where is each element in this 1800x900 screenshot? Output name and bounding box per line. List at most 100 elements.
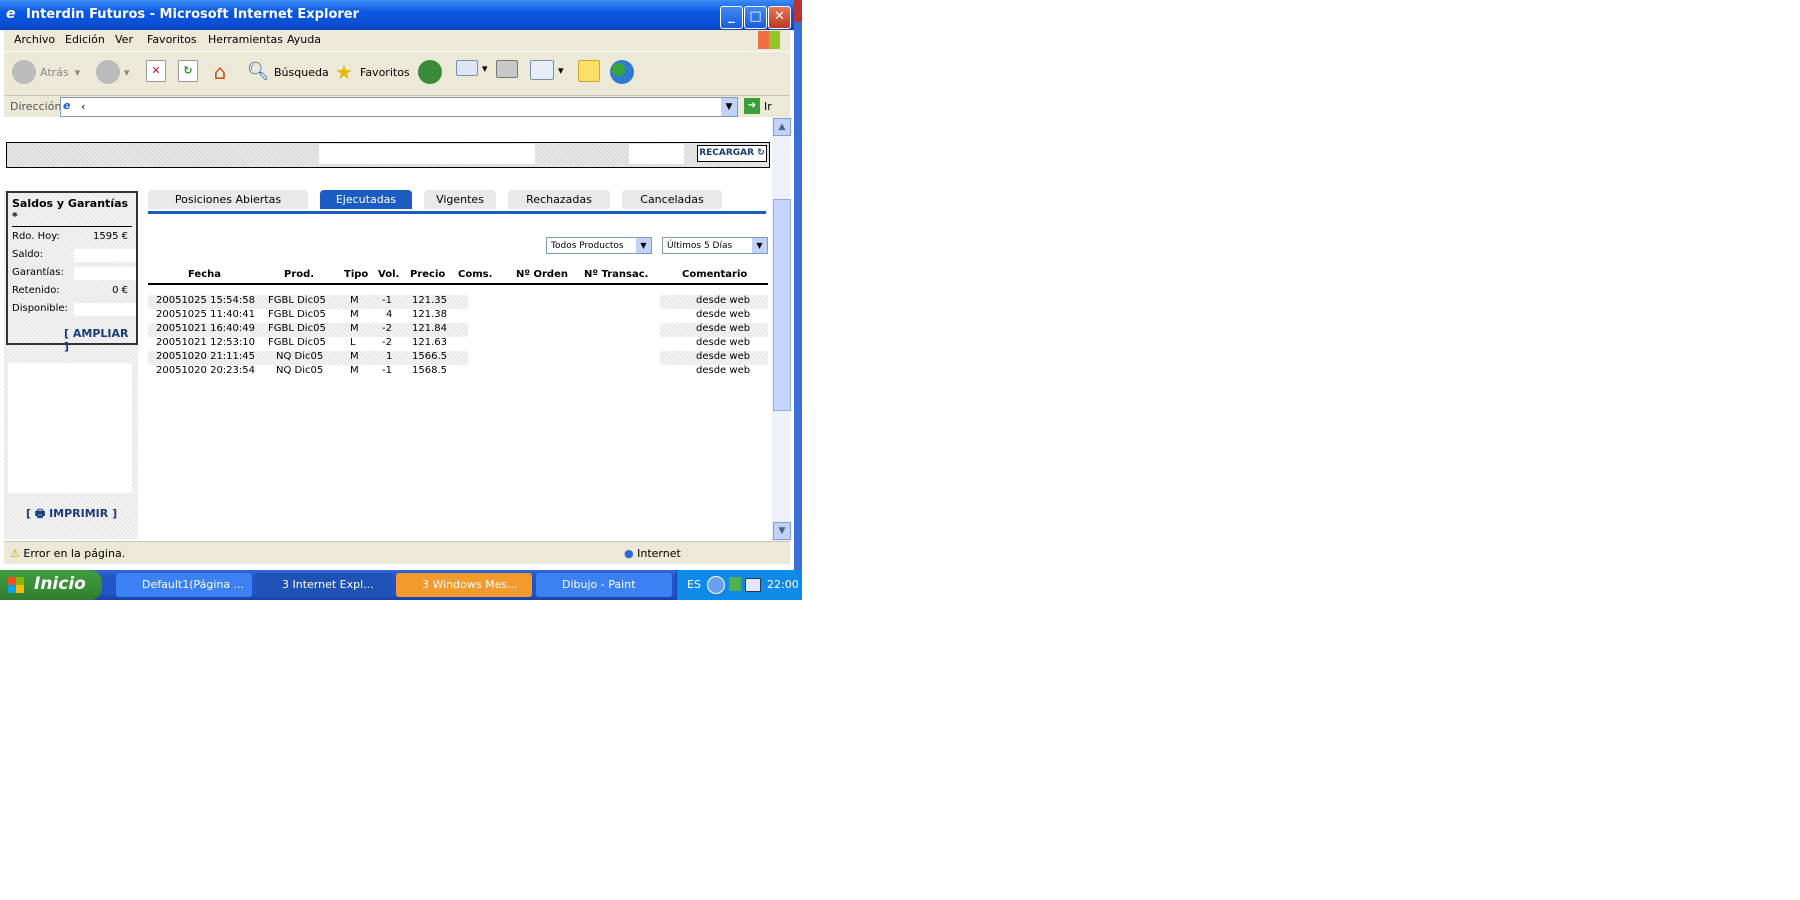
taskbar-item-default1[interactable]: Default1(Página ... — [116, 573, 252, 597]
cell-precio: 1568.5 — [412, 365, 447, 376]
table-row[interactable]: 20051025 15:54:58 FGBL Dic05 M -1 121.35… — [148, 295, 768, 309]
header-field — [629, 144, 684, 164]
taskbar-item-paint[interactable]: Dibujo - Paint — [536, 573, 672, 597]
cell-comentario: desde web — [696, 351, 751, 362]
clock[interactable]: 22:00 — [767, 578, 799, 591]
scroll-up-icon[interactable]: ▲ — [773, 118, 791, 136]
table-row[interactable]: 20051021 16:40:49 FGBL Dic05 M -2 121.84… — [148, 323, 768, 337]
cell-fecha: 20051021 16:40:49 — [156, 323, 255, 334]
history-button[interactable] — [418, 60, 446, 84]
messenger-button[interactable] — [610, 60, 638, 84]
status-error[interactable]: ⚠ Error en la página. — [10, 547, 125, 560]
edit-icon — [530, 60, 554, 80]
menu-ver[interactable]: Ver — [115, 33, 133, 46]
col-prod: Prod. — [284, 269, 315, 280]
cell-tipo: M — [350, 365, 359, 376]
products-select[interactable]: Todos Productos ▼ — [546, 237, 652, 254]
tab-vigentes[interactable]: Vigentes — [424, 190, 496, 209]
cell-vol: -2 — [382, 337, 392, 348]
close-button[interactable]: ✕ — [768, 6, 791, 29]
saldo-value-box — [74, 249, 136, 262]
messenger-tray-icon[interactable] — [729, 577, 741, 591]
cell-fecha: 20051020 20:23:54 — [156, 365, 255, 376]
notes-button[interactable] — [578, 60, 604, 82]
start-button[interactable]: Inicio — [0, 570, 102, 600]
cell-vol: -2 — [382, 323, 392, 334]
address-label: Dirección — [10, 100, 62, 113]
home-button[interactable]: ⌂ — [208, 60, 236, 84]
printer-icon — [496, 60, 518, 78]
taskbar-item-windows-messenger[interactable]: 3 Windows Mes... — [396, 573, 532, 597]
edit-button[interactable]: ▾ — [530, 60, 564, 80]
maximize-button[interactable]: □ — [744, 6, 767, 29]
network-icon[interactable] — [745, 578, 761, 592]
address-input[interactable]: e ‹ ▼ — [60, 97, 738, 117]
col-orden: Nº Orden — [516, 269, 568, 280]
imprimir-link[interactable]: [ 🖶 IMPRIMIR ] — [26, 505, 117, 524]
security-zone-text: Internet — [637, 547, 681, 560]
cell-precio: 121.63 — [412, 337, 447, 348]
vertical-scrollbar[interactable]: ▲ ▼ — [772, 117, 791, 541]
tab-posiciones-abiertas[interactable]: Posiciones Abiertas — [148, 190, 308, 209]
address-dropdown-icon[interactable]: ▼ — [721, 98, 737, 116]
mail-button[interactable]: ▾ — [456, 60, 488, 76]
table-row[interactable]: 20051025 11:40:41 FGBL Dic05 M 4 121.38 … — [148, 309, 768, 323]
star-icon: ★ — [335, 60, 353, 84]
taskbar-item-internet-explorer[interactable]: 3 Internet Expl... — [256, 573, 392, 597]
saldos-title: Saldos y Garantías * — [12, 197, 132, 227]
menu-edicion[interactable]: Edición — [65, 33, 105, 46]
menu-ayuda[interactable]: Ayuda — [287, 33, 321, 46]
menu-archivo[interactable]: Archivo — [14, 33, 55, 46]
recargar-button[interactable]: RECARGAR ↻ — [697, 145, 767, 162]
saldo-row-label: Retenido: — [12, 285, 60, 296]
desktop-screen: e Interdin Futuros - Microsoft Internet … — [0, 0, 802, 600]
address-bar: Dirección e ‹ ▼ ➜ Ir — [4, 95, 790, 118]
days-select[interactable]: Últimos 5 Días ▼ — [662, 237, 768, 254]
status-error-text: Error en la página. — [23, 547, 126, 560]
ampliar-link[interactable]: [ AMPLIAR ] — [64, 327, 136, 353]
cell-fecha: 20051021 12:53:10 — [156, 337, 255, 348]
refresh-button[interactable]: ↻ — [178, 60, 202, 82]
language-indicator[interactable]: ES — [687, 578, 701, 591]
security-zone: ● Internet — [624, 547, 681, 560]
back-label: Atrás — [40, 65, 69, 79]
go-button[interactable]: ➜ Ir — [744, 98, 772, 114]
col-fecha: Fecha — [188, 269, 222, 280]
scroll-down-icon[interactable]: ▼ — [773, 522, 791, 540]
minimize-button[interactable]: _ — [720, 6, 743, 29]
tab-canceladas[interactable]: Canceladas — [622, 190, 722, 209]
table-row[interactable]: 20051020 21:11:45 NQ Dic05 M 1 1566.5 de… — [148, 351, 768, 365]
status-bar: ⚠ Error en la página. ● Internet — [4, 541, 790, 564]
cell-fecha: 20051025 15:54:58 — [156, 295, 255, 306]
orders-tabs: Posiciones Abiertas Ejecutadas Vigentes … — [148, 190, 766, 214]
tab-ejecutadas[interactable]: Ejecutadas — [320, 190, 412, 209]
menu-herramientas[interactable]: Herramientas — [208, 33, 283, 46]
saldo-row: Rdo. Hoy: 1595 € — [12, 231, 132, 247]
scroll-thumb[interactable] — [773, 199, 791, 411]
col-coms: Coms. — [458, 269, 493, 280]
back-button[interactable]: Atrás ▾ — [12, 60, 80, 84]
cell-prod: NQ Dic05 — [276, 351, 324, 362]
cell-tipo: M — [350, 309, 359, 320]
cell-vol: 1 — [386, 351, 393, 362]
messenger-icon — [610, 60, 634, 84]
table-row[interactable]: 20051020 20:23:54 NQ Dic05 M -1 1568.5 d… — [148, 365, 768, 379]
col-transac: Nº Transac. — [584, 269, 649, 280]
ie-page-icon: e — [6, 6, 16, 22]
forward-button[interactable]: ▾ — [96, 60, 130, 84]
search-button[interactable]: 🔍︎ Búsqueda — [246, 60, 329, 84]
print-button[interactable] — [496, 60, 522, 78]
tray-arrow-icon[interactable] — [707, 576, 725, 594]
favorites-button[interactable]: ★ Favoritos — [332, 60, 410, 84]
cell-precio: 121.84 — [412, 323, 447, 334]
history-icon — [418, 60, 442, 84]
globe-icon: ● — [624, 547, 634, 560]
tab-rechazadas[interactable]: Rechazadas — [508, 190, 610, 209]
stop-button[interactable]: ✕ — [146, 60, 170, 82]
header-strip: RECARGAR ↻ — [6, 142, 770, 168]
windows-logo-icon — [758, 31, 780, 49]
table-row[interactable]: 20051021 12:53:10 FGBL Dic05 L -2 121.63… — [148, 337, 768, 351]
window-titlebar[interactable]: e Interdin Futuros - Microsoft Internet … — [0, 0, 794, 30]
col-vol: Vol. — [378, 269, 400, 280]
menu-favoritos[interactable]: Favoritos — [147, 33, 197, 46]
